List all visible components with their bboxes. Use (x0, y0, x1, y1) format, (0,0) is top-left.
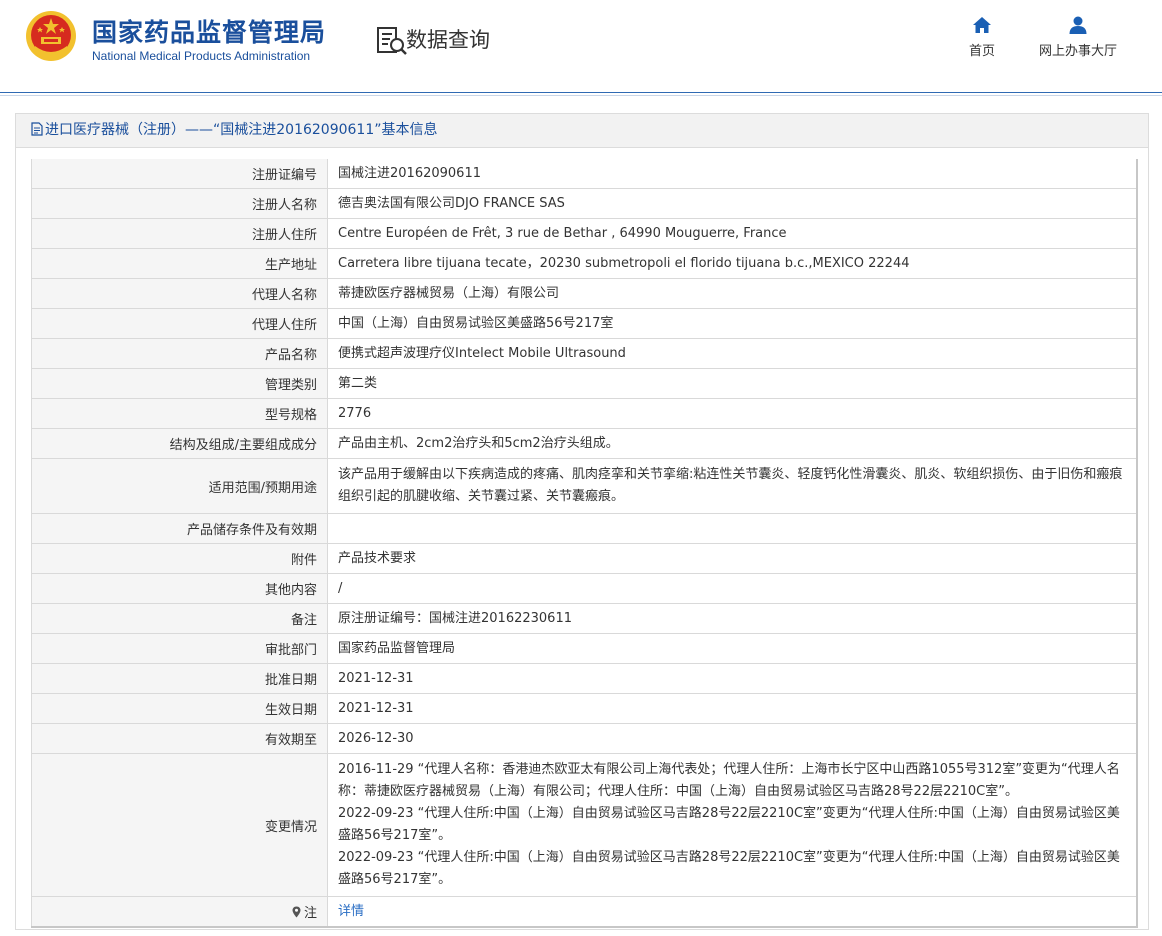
table-row: 管理类别 第二类 (31, 368, 1138, 399)
table-row-changes: 变更情况 2016-11-29 “代理人名称：香港迪杰欧亚太有限公司上海代表处；… (31, 753, 1138, 897)
table-row: 代理人名称 蒂捷欧医疗器械贸易（上海）有限公司 (31, 278, 1138, 309)
field-label: 审批部门 (31, 633, 328, 664)
detail-panel: 进口医疗器械（注册）——“国械注进20162090611”基本信息 注册证编号 … (15, 113, 1149, 930)
table-row-note: 注 详情 (31, 896, 1138, 928)
field-value: 2021-12-31 (327, 693, 1138, 724)
field-label: 有效期至 (31, 723, 328, 754)
change-entry: 2022-09-23 “代理人住所:中国（上海）自由贸易试验区马吉路28号22层… (338, 806, 1120, 843)
site-subtitle: National Medical Products Administration (92, 49, 311, 63)
field-label: 管理类别 (31, 368, 328, 399)
field-label: 结构及组成/主要组成成分 (31, 428, 328, 459)
table-row: 备注 原注册证编号：国械注进20162230611 (31, 603, 1138, 634)
note-value: 详情 (327, 896, 1138, 928)
field-label: 生产地址 (31, 248, 328, 279)
note-label-cell: 注 (31, 896, 328, 928)
field-label: 其他内容 (31, 573, 328, 604)
field-label: 适用范围/预期用途 (31, 458, 328, 514)
field-label: 代理人名称 (31, 278, 328, 309)
home-icon (973, 17, 991, 33)
field-label: 附件 (31, 543, 328, 574)
field-value: 该产品用于缓解由以下疾病造成的疼痛、肌肉痉挛和关节挛缩:粘连性关节囊炎、轻度钙化… (327, 458, 1138, 514)
field-value: Centre Européen de Frêt, 3 rue de Bethar… (327, 218, 1138, 249)
field-value: 2026-12-30 (327, 723, 1138, 754)
field-value: 便携式超声波理疗仪Intelect Mobile Ultrasound (327, 338, 1138, 369)
field-value: 德吉奥法国有限公司DJO FRANCE SAS (327, 188, 1138, 219)
table-row: 注册人住所 Centre Européen de Frêt, 3 rue de … (31, 218, 1138, 249)
field-label: 产品名称 (31, 338, 328, 369)
field-label: 备注 (31, 603, 328, 634)
nav-online-hall-label: 网上办事大厅 (1038, 44, 1117, 59)
nav-home-link[interactable]: 首页 (962, 16, 1002, 59)
changes-value: 2016-11-29 “代理人名称：香港迪杰欧亚太有限公司上海代表处；代理人住所… (327, 753, 1138, 897)
table-row: 代理人住所 中国（上海）自由贸易试验区美盛路56号217室 (31, 308, 1138, 339)
table-row: 注册人名称 德吉奥法国有限公司DJO FRANCE SAS (31, 188, 1138, 219)
header-divider-light (0, 95, 1162, 96)
section-title: 数据查询 (406, 28, 490, 52)
field-value: 第二类 (327, 368, 1138, 399)
field-value: 中国（上海）自由贸易试验区美盛路56号217室 (327, 308, 1138, 339)
field-value: 原注册证编号：国械注进20162230611 (327, 603, 1138, 634)
site-title: 国家药品监督管理局 (92, 18, 327, 47)
details-link[interactable]: 详情 (338, 904, 364, 919)
nav-online-hall-link[interactable]: 网上办事大厅 (1030, 16, 1126, 59)
field-value: 国械注进20162090611 (327, 159, 1138, 189)
table-row: 批准日期 2021-12-31 (31, 663, 1138, 694)
panel-title: 进口医疗器械（注册）——“国械注进20162090611”基本信息 (45, 122, 438, 138)
field-value: 2021-12-31 (327, 663, 1138, 694)
table-row: 产品储存条件及有效期 (31, 513, 1138, 544)
panel-title-bar: 进口医疗器械（注册）——“国械注进20162090611”基本信息 (16, 114, 1148, 148)
field-value: / (327, 573, 1138, 604)
field-label: 变更情况 (31, 753, 328, 897)
info-table: 注册证编号 国械注进20162090611 注册人名称 德吉奥法国有限公司DJO… (31, 159, 1138, 928)
field-value: 国家药品监督管理局 (327, 633, 1138, 664)
field-label: 注册人名称 (31, 188, 328, 219)
table-row: 生效日期 2021-12-31 (31, 693, 1138, 724)
field-value: 2776 (327, 398, 1138, 429)
change-entry: 2022-09-23 “代理人住所:中国（上海）自由贸易试验区马吉路28号22层… (338, 850, 1120, 887)
change-entry: 2016-11-29 “代理人名称：香港迪杰欧亚太有限公司上海代表处；代理人住所… (338, 762, 1120, 799)
field-value (327, 513, 1138, 544)
table-row: 型号规格 2776 (31, 398, 1138, 429)
note-label: 注 (303, 906, 317, 921)
document-icon (31, 122, 43, 136)
field-value: 产品技术要求 (327, 543, 1138, 574)
field-label: 注册人住所 (31, 218, 328, 249)
field-label: 产品储存条件及有效期 (31, 513, 328, 544)
national-emblem-icon (26, 11, 76, 61)
pin-icon (292, 906, 301, 918)
table-row: 产品名称 便携式超声波理疗仪Intelect Mobile Ultrasound (31, 338, 1138, 369)
table-row: 有效期至 2026-12-30 (31, 723, 1138, 754)
table-row: 注册证编号 国械注进20162090611 (31, 159, 1138, 189)
data-search-icon (377, 27, 407, 55)
field-label: 代理人住所 (31, 308, 328, 339)
user-icon (1069, 16, 1087, 34)
field-value: 蒂捷欧医疗器械贸易（上海）有限公司 (327, 278, 1138, 309)
field-label: 型号规格 (31, 398, 328, 429)
table-row: 结构及组成/主要组成成分 产品由主机、2cm2治疗头和5cm2治疗头组成。 (31, 428, 1138, 459)
table-row: 生产地址 Carretera libre tijuana tecate，2023… (31, 248, 1138, 279)
field-label: 批准日期 (31, 663, 328, 694)
nav-home-label: 首页 (968, 44, 995, 59)
field-value: 产品由主机、2cm2治疗头和5cm2治疗头组成。 (327, 428, 1138, 459)
field-label: 注册证编号 (31, 159, 328, 189)
table-row: 其他内容 / (31, 573, 1138, 604)
field-label: 生效日期 (31, 693, 328, 724)
table-row: 审批部门 国家药品监督管理局 (31, 633, 1138, 664)
site-header: 国家药品监督管理局 National Medical Products Admi… (0, 0, 1162, 93)
table-row: 附件 产品技术要求 (31, 543, 1138, 574)
field-value: Carretera libre tijuana tecate，20230 sub… (327, 248, 1138, 279)
header-divider (0, 92, 1162, 93)
table-row: 适用范围/预期用途 该产品用于缓解由以下疾病造成的疼痛、肌肉痉挛和关节挛缩:粘连… (31, 458, 1138, 514)
